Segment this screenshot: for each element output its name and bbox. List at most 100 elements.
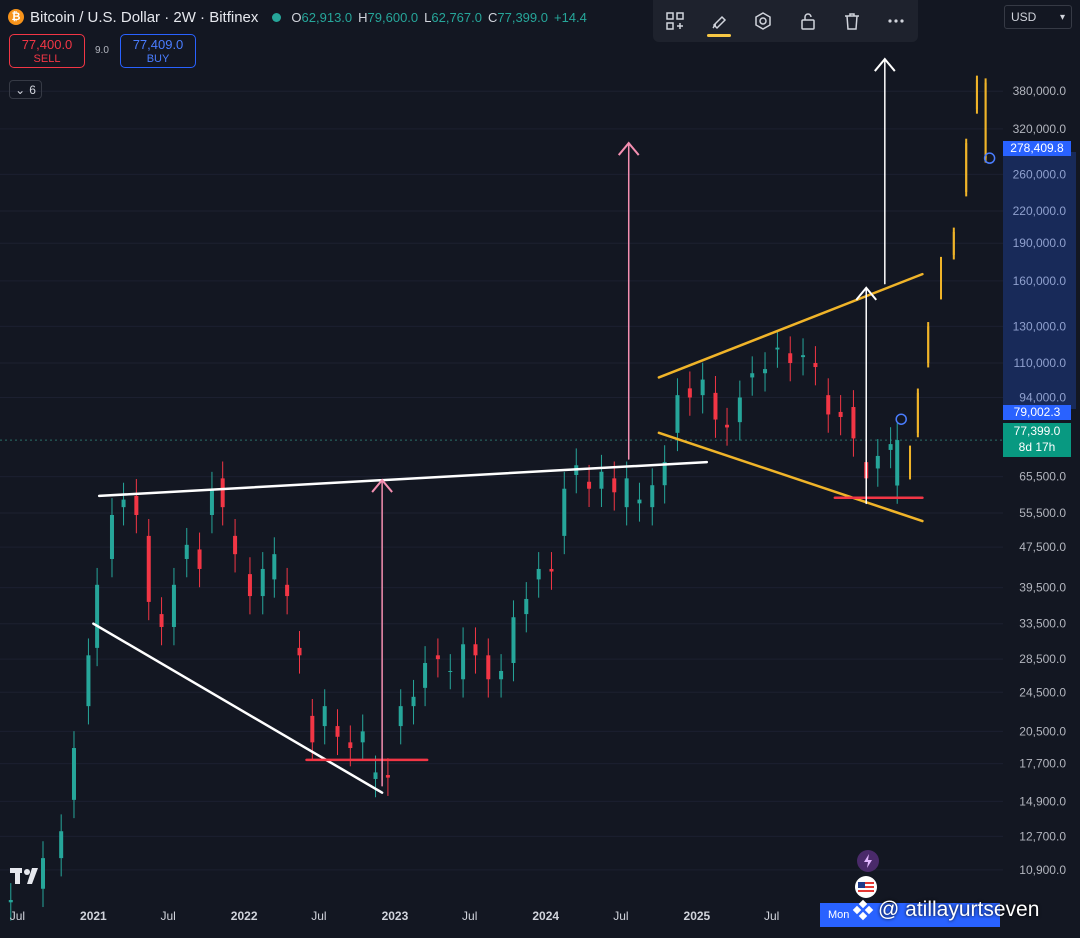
candle	[851, 407, 856, 439]
buy-price: 77,409.0	[132, 37, 184, 52]
price-tick-label: 17,700.0	[1019, 757, 1066, 771]
time-tick-label: Jul	[764, 909, 779, 923]
sell-button[interactable]: 77,400.0 SELL	[9, 34, 85, 68]
candle	[700, 379, 705, 396]
price-tick-label: 65,500.0	[1019, 470, 1066, 484]
price-tick-label: 39,500.0	[1019, 581, 1066, 595]
candle	[8, 900, 13, 903]
candle	[360, 731, 365, 743]
projection-candle	[939, 261, 942, 296]
candle	[134, 495, 139, 515]
tradingview-logo-icon	[10, 866, 44, 892]
price-tick-label: 55,500.0	[1019, 506, 1066, 520]
market-status-icon	[272, 12, 282, 22]
candle	[310, 715, 315, 743]
candle	[549, 568, 554, 572]
time-axis: Jul2021Jul2022Jul2023Jul2024Jul2025Jul20…	[10, 909, 930, 923]
candle	[763, 369, 768, 374]
time-tick-label: Jul	[462, 909, 477, 923]
candle	[109, 514, 114, 559]
sell-price: 77,400.0	[21, 37, 73, 52]
chart-grid	[0, 90, 1003, 871]
candle	[838, 411, 843, 417]
drawing-toolbar	[653, 0, 918, 42]
candle	[448, 670, 453, 672]
time-tick-label: 2022	[231, 909, 258, 923]
lightning-icon[interactable]	[857, 850, 879, 872]
candle	[184, 544, 189, 559]
projection-candle	[984, 82, 987, 159]
candle	[624, 478, 629, 508]
price-range-highlight	[1003, 152, 1076, 409]
time-tick-label: 2021	[80, 909, 107, 923]
candle	[209, 488, 214, 515]
candle	[398, 706, 403, 727]
candle	[587, 481, 592, 489]
candle	[499, 670, 504, 680]
chart-app[interactable]: 380,000.0 320,000.0 260,000.0 220,000.0 190,…	[0, 0, 1080, 938]
price-tick-label: 12,700.0	[1019, 829, 1066, 843]
candle	[411, 696, 416, 707]
candle	[385, 775, 390, 778]
time-tick-label: Jul	[10, 909, 25, 923]
indicator-count: 6	[29, 82, 36, 97]
candle	[687, 388, 692, 398]
trash-icon[interactable]	[836, 5, 868, 37]
candle	[473, 644, 478, 656]
projection-candle	[952, 231, 955, 256]
price-tick-label: 10,900.0	[1019, 863, 1066, 877]
unlock-icon[interactable]	[792, 5, 824, 37]
buy-button[interactable]: 77,409.0 BUY	[120, 34, 196, 68]
layout-icon[interactable]	[659, 5, 691, 37]
bar-countdown: 8d 17h	[1018, 440, 1056, 454]
indicators-toggle[interactable]: ⌄ 6	[9, 80, 42, 99]
candle	[220, 478, 225, 508]
drawings	[92, 57, 996, 794]
bitcoin-icon: ₿	[8, 9, 24, 25]
candle	[171, 584, 176, 627]
candle	[599, 471, 604, 489]
candle	[435, 655, 440, 660]
candle	[95, 584, 100, 648]
price-tag-lower: 79,002.3	[1003, 405, 1071, 420]
candle	[297, 647, 302, 656]
price-tick-label: 14,900.0	[1019, 794, 1066, 808]
candle	[272, 554, 277, 580]
settings-icon[interactable]	[747, 5, 779, 37]
us-flag-icon[interactable]	[855, 876, 877, 898]
price-tick-label: 24,500.0	[1019, 685, 1066, 699]
time-tick-label: 2024	[532, 909, 559, 923]
symbol-header[interactable]: ₿ Bitcoin / U.S. Dollar · 2W · Bitfinex …	[8, 6, 587, 28]
price-tick-label: 20,500.0	[1019, 724, 1066, 738]
sell-label: SELL	[33, 53, 61, 65]
brush-icon[interactable]	[703, 5, 735, 37]
projection-candle	[965, 143, 968, 192]
candle	[59, 831, 64, 859]
currency-select[interactable]: USD ▾	[1004, 5, 1072, 29]
candle	[875, 455, 880, 469]
candle	[511, 617, 516, 664]
candle	[247, 574, 252, 597]
candle	[373, 772, 378, 779]
price-chart[interactable]: 380,000.0320,000.0260,000.0220,000.0190,…	[0, 0, 1080, 938]
candle	[775, 347, 780, 350]
candle	[888, 444, 893, 450]
candle	[737, 397, 742, 423]
price-tick-label: 47,500.0	[1019, 540, 1066, 554]
binance-icon	[852, 899, 874, 921]
candle	[637, 499, 642, 504]
more-icon[interactable]	[880, 5, 912, 37]
candle	[486, 655, 491, 680]
price-marker	[895, 413, 907, 425]
price-tag-upper: 278,409.8	[1003, 141, 1071, 156]
candle	[725, 424, 730, 428]
projection-candle	[916, 392, 919, 433]
time-tick-label: Jul	[160, 909, 175, 923]
price-tick-label: 320,000.0	[1013, 122, 1067, 136]
candle	[233, 535, 238, 555]
price-tick-label: 33,500.0	[1019, 617, 1066, 631]
candle	[197, 549, 202, 569]
chevron-down-icon: ⌄	[15, 82, 26, 97]
candle	[801, 355, 806, 358]
candle	[146, 535, 151, 602]
